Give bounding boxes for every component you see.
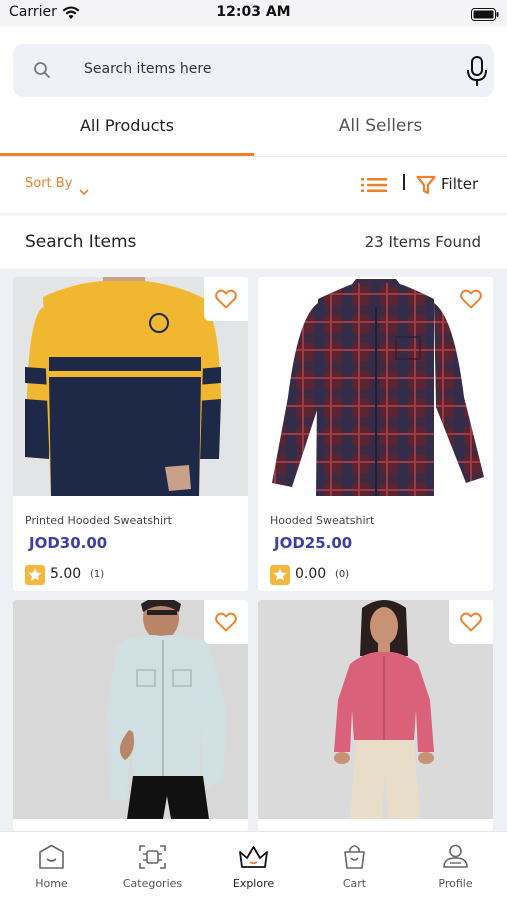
favorite-button[interactable] [204, 277, 248, 321]
search-input[interactable]: Search items here [84, 61, 211, 77]
nav-home[interactable]: Home [1, 832, 102, 900]
rating-count: (0) [335, 569, 350, 580]
home-icon [39, 844, 64, 869]
favorite-button[interactable] [449, 277, 493, 321]
product-rating: 5.00 [50, 566, 82, 582]
product-card[interactable]: Hooded Sweatshirt JOD25.00 0.00 (0) [258, 277, 493, 591]
status-bar: Carrier 12:03 AM [0, 0, 507, 26]
product-price: JOD30.00 [29, 534, 108, 552]
profile-icon [443, 844, 468, 868]
crown-icon [239, 846, 268, 868]
bottom-nav: Home Categories Explore Cart Profile [0, 831, 507, 900]
filter-icon[interactable] [416, 175, 436, 199]
tab-all-products[interactable]: All Products [0, 110, 254, 156]
rating-count: (1) [90, 569, 105, 580]
results-count: 23 Items Found [364, 233, 481, 251]
nav-label: Cart [342, 877, 367, 890]
section-divider [0, 213, 507, 216]
tab-label: All Sellers [338, 116, 423, 136]
product-grid: Printed Hooded Sweatshirt JOD30.00 5.00 … [0, 269, 507, 831]
clock: 12:03 AM [216, 4, 291, 20]
chevron-down-icon[interactable] [79, 181, 89, 200]
microphone-icon[interactable] [466, 56, 488, 92]
tab-label: All Products [79, 116, 174, 135]
filter-button[interactable]: Filter [441, 175, 478, 193]
nav-profile[interactable]: Profile [405, 832, 506, 900]
product-rating: 0.00 [295, 566, 327, 582]
product-name: Hooded Sweatshirt [270, 514, 375, 527]
tab-divider [0, 156, 507, 157]
nav-explore[interactable]: Explore [203, 832, 304, 900]
tab-all-sellers[interactable]: All Sellers [254, 110, 507, 156]
nav-cart[interactable]: Cart [304, 832, 405, 900]
product-card[interactable] [13, 600, 248, 831]
nav-categories[interactable]: Categories [102, 832, 203, 900]
product-name: Printed Hooded Sweatshirt [25, 514, 172, 527]
toolbar-divider [403, 174, 405, 190]
nav-label: Categories [122, 877, 183, 890]
battery-icon [471, 6, 499, 25]
product-price: JOD25.00 [274, 534, 353, 552]
favorite-button[interactable] [204, 600, 248, 644]
results-title: Search Items [25, 232, 137, 252]
nav-label: Explore [232, 877, 275, 890]
product-card[interactable]: Printed Hooded Sweatshirt JOD30.00 5.00 … [13, 277, 248, 591]
favorite-button[interactable] [449, 600, 493, 644]
search-bar[interactable]: Search items here [13, 44, 494, 97]
nav-label: Home [35, 877, 68, 890]
cart-icon [344, 845, 365, 869]
sort-by-button[interactable]: Sort By [25, 176, 72, 191]
list-view-icon[interactable] [361, 177, 387, 197]
nav-label: Profile [438, 877, 473, 890]
product-card[interactable] [258, 600, 493, 831]
categories-icon [139, 845, 166, 869]
star-icon [25, 565, 45, 589]
search-icon [33, 61, 51, 83]
star-icon [270, 565, 290, 589]
